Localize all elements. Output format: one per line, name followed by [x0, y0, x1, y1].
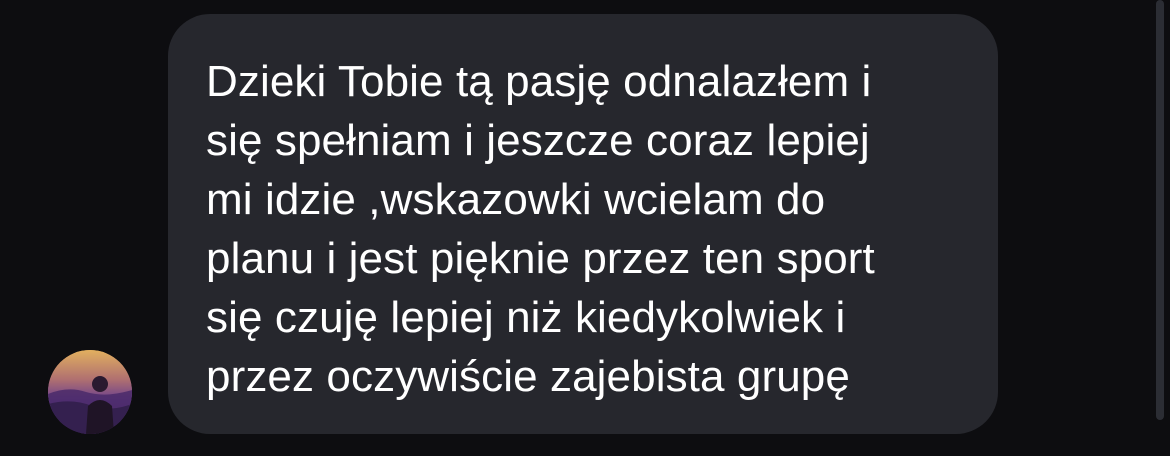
profile-photo-icon	[48, 350, 132, 434]
message-text: Dzieki Tobie tą pasję odnalazłem i się s…	[206, 52, 968, 406]
scrollbar[interactable]	[1156, 0, 1164, 420]
message-line: mi idzie ,wskazowki wcielam do	[206, 175, 826, 224]
message-line: Dzieki Tobie tą pasję odnalazłem i	[206, 57, 872, 106]
message-line: przez oczywiście zajebista grupę	[206, 352, 850, 401]
message-line: się czuję lepiej niż kiedykolwiek i	[206, 293, 846, 342]
message-bubble[interactable]: Dzieki Tobie tą pasję odnalazłem i się s…	[168, 14, 998, 434]
chat-area: Dzieki Tobie tą pasję odnalazłem i się s…	[0, 0, 1170, 456]
message-line: planu i jest pięknie przez ten sport	[206, 234, 875, 283]
sender-avatar[interactable]	[48, 350, 132, 434]
message-line: się spełniam i jeszcze coraz lepiej	[206, 116, 870, 165]
